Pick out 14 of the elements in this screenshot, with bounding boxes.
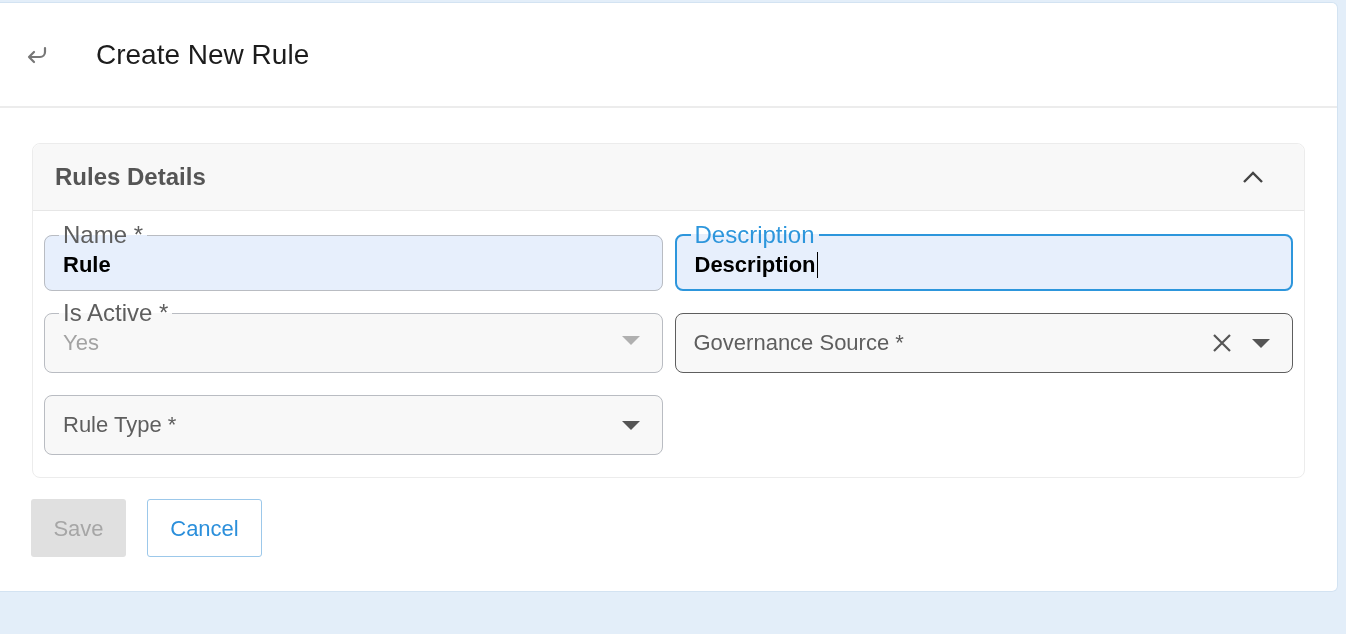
caret-down-icon[interactable]: [621, 420, 640, 430]
caret-down-icon[interactable]: [1252, 338, 1270, 348]
select-field[interactable]: Rule Type *: [44, 395, 663, 455]
close-icon[interactable]: [1212, 333, 1232, 353]
input-field[interactable]: Name * Rule: [44, 223, 663, 291]
chevron-up-icon[interactable]: [1242, 171, 1264, 185]
page-title: Create New Rule: [96, 37, 310, 72]
cancel-button[interactable]: Cancel: [147, 499, 262, 557]
back-arrow-icon[interactable]: [25, 44, 49, 65]
input-field[interactable]: Description Description: [674, 223, 1293, 291]
panel-header[interactable]: Rules Details: [33, 144, 1304, 211]
select-field[interactable]: Governance Source *: [674, 313, 1293, 373]
panel-title: Rules Details: [55, 162, 206, 192]
text-cursor: [816, 252, 818, 278]
